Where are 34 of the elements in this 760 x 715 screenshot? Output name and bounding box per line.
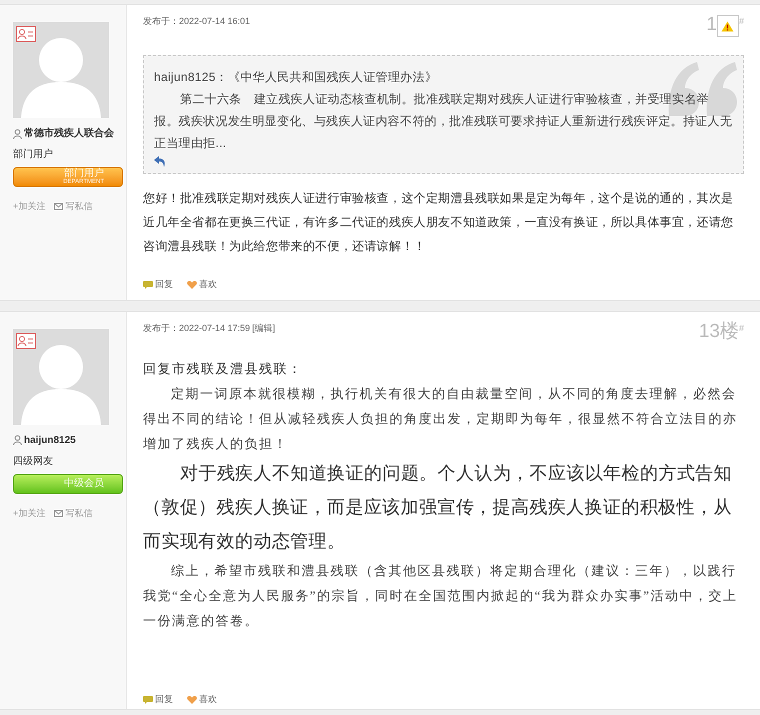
heart-icon [187, 280, 197, 289]
floor-number: 1 [706, 15, 717, 34]
quote-text: 第二十六条 建立残疾人证动态核查机制。批准残联定期对残疾人证进行审验核查，并受理实名举报。残疾状况发生明显变化、与残疾人证内容不符的，批准残联可要求持证人重新进行残疾评定。持证人无正当理由拒... [154, 91, 733, 152]
reply-link[interactable]: 回复 [143, 278, 173, 292]
reply-arrow-icon[interactable] [154, 156, 166, 167]
post-paragraph: 回复市残联及澧县残联： [143, 360, 304, 378]
edit-link[interactable]: [编辑] [252, 322, 276, 335]
user-icon [13, 128, 22, 138]
post-date: 发布于：2022-07-14 17:59 [143, 322, 250, 334]
post-paragraph: 对于残疾人不知道换证的问题。个人认为，不应该以年检的方式告知（敦促）残疾人换证，而是应该加强宣传，提高残疾人换证的积极性，从而实现有效的动态管理。 [143, 462, 733, 552]
speech-bubble-icon [143, 696, 153, 704]
username[interactable]: haijun8125 [24, 432, 76, 448]
heart-icon [187, 696, 197, 704]
reply-link[interactable]: 回复 [143, 693, 173, 706]
floor-mark: # [738, 15, 744, 28]
post-paragraph: 您好！批准残联定期对残疾人证进行审验核查，这个定期澧县残联如果是定为每年，这个是说的通的，其次是近几年全省都在更换三代证，有许多二代证的残疾人朋友不知道政策，一直没有换证，所以具体事宜，还请您咨询澧县残联！为此给您带来的不便，还请谅解！！ [143, 190, 734, 255]
user-rank: 四级网友 [13, 454, 54, 468]
like-link[interactable]: 喜欢 [187, 693, 217, 706]
id-card-icon [16, 26, 36, 42]
quote-author-line: haijun8125：《中华人民共和国残疾人证管理办法》 [154, 69, 438, 86]
envelope-icon [54, 203, 64, 210]
user-rank: 部门用户 [13, 148, 54, 162]
envelope-icon [54, 510, 64, 517]
post-paragraph: 定期一词原本就很模糊，执行机关有很大的自由裁量空间，从不同的角度去理解，必然会得出不同的结论！但从减轻残疾人负担的角度出发，定期即为每年，很显然不符合立法目的亦增加了残疾人的负担！ [143, 384, 738, 452]
post-date: 发布于：2022-07-14 16:01 [143, 15, 250, 28]
floor-number: 13楼 [698, 322, 739, 340]
rank-badge: 中级会员 [13, 474, 123, 494]
post-paragraph: 综上，希望市残联和澧县残联（含其他区县残联）将定期合理化（建议：三年），以践行我党“全心全意为人民服务”的宗旨，同时在全国范围内掀起的“我为群众办实事”活动中，交上一份满意的答卷。 [143, 562, 739, 630]
username[interactable]: 常德市残疾人联合会 [24, 126, 114, 141]
like-link[interactable]: 喜欢 [187, 278, 217, 292]
speech-bubble-icon [143, 280, 153, 289]
floor-mark: # [738, 322, 744, 334]
id-card-icon [16, 332, 36, 348]
user-icon [13, 435, 22, 445]
